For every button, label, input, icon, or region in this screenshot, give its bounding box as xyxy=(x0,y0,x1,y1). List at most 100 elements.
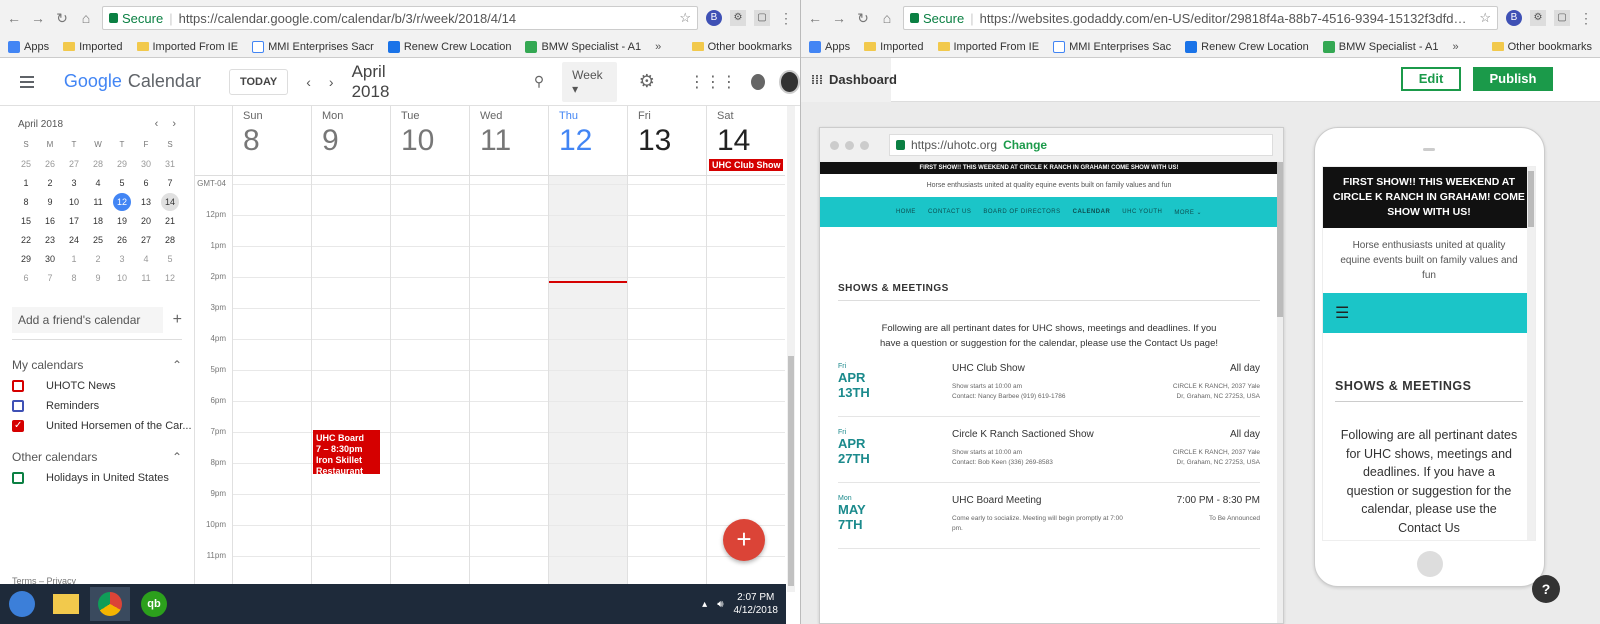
address-bar[interactable]: Secure | https://calendar.google.com/cal… xyxy=(102,6,698,30)
mini-day[interactable]: 22 xyxy=(14,231,38,249)
collapse-chevron-icon[interactable]: ⌃ xyxy=(172,358,182,372)
quickbooks-taskbar-button[interactable]: qb xyxy=(134,587,174,621)
mini-day[interactable]: 6 xyxy=(134,174,158,192)
site-nav-item[interactable]: UHC YOUTH xyxy=(1122,209,1162,215)
mobile-tagline[interactable]: Horse enthusiasts united at quality equi… xyxy=(1323,228,1535,293)
menu-kebab-icon[interactable]: ⋮ xyxy=(778,10,794,27)
secure-indicator[interactable]: Secure xyxy=(910,11,964,26)
calendar-checkbox[interactable]: ✓ xyxy=(12,420,24,432)
add-friend-calendar-input[interactable]: Add a friend's calendar xyxy=(12,307,163,333)
mini-day[interactable]: 29 xyxy=(14,250,38,268)
bookmark-star-icon[interactable]: ☆ xyxy=(679,10,691,26)
calendar-logo[interactable]: Google Calendar xyxy=(64,71,201,92)
mobile-scrollbar[interactable] xyxy=(1527,167,1535,540)
week-scrollbar[interactable] xyxy=(787,106,795,592)
next-week-icon[interactable]: › xyxy=(329,74,334,90)
url-text[interactable]: https://calendar.google.com/calendar/b/3… xyxy=(179,11,517,26)
mini-day[interactable]: 10 xyxy=(62,193,86,211)
bookmark-bmw[interactable]: BMW Specialist - A1 xyxy=(1322,40,1438,53)
mini-day[interactable]: 25 xyxy=(86,231,110,249)
mini-day[interactable]: 19 xyxy=(110,212,134,230)
mobile-announcement-banner[interactable]: FIRST SHOW!! THIS WEEKEND AT CIRCLE K RA… xyxy=(1323,167,1535,228)
mini-day[interactable]: 10 xyxy=(110,269,134,287)
mini-day[interactable]: 11 xyxy=(86,193,110,211)
day-header-sat[interactable]: Sat 14 UHC Club Show xyxy=(706,106,785,175)
forward-icon[interactable]: → xyxy=(30,10,46,26)
mini-day[interactable]: 1 xyxy=(62,250,86,268)
mini-day[interactable]: 3 xyxy=(110,250,134,268)
mini-day[interactable]: 2 xyxy=(38,174,62,192)
calendar-checkbox[interactable] xyxy=(12,380,24,392)
bookmark-imported-from-ie[interactable]: Imported From IE xyxy=(937,41,1039,53)
day-column[interactable] xyxy=(390,176,469,592)
publish-button[interactable]: Publish xyxy=(1473,67,1553,91)
event-row[interactable]: Fri APR 27TH Circle K Ranch Sactioned Show S… xyxy=(838,429,1260,483)
mini-day[interactable]: 26 xyxy=(38,155,62,173)
day-number[interactable]: 9 xyxy=(322,124,390,158)
mini-day[interactable]: 9 xyxy=(38,193,62,211)
event-uhc-board[interactable]: UHC Board 7 – 8:30pm Iron Skillet Restauran… xyxy=(313,430,380,474)
mini-day[interactable]: 8 xyxy=(62,269,86,287)
announcement-banner[interactable]: FIRST SHOW!! THIS WEEKEND AT CIRCLE K RA… xyxy=(820,162,1278,174)
calendar-list-item[interactable]: UHOTC News xyxy=(12,380,192,392)
mobile-menu-icon[interactable]: ☰ xyxy=(1323,293,1535,333)
other-bookmarks[interactable]: Other bookmarks xyxy=(691,41,792,53)
mini-day[interactable]: 4 xyxy=(134,250,158,268)
menu-kebab-icon[interactable]: ⋮ xyxy=(1578,10,1594,27)
mini-day[interactable]: 7 xyxy=(158,174,182,192)
mini-day[interactable]: 18 xyxy=(86,212,110,230)
mini-day[interactable]: 31 xyxy=(158,155,182,173)
mobile-section-intro[interactable]: Following are all pertinant dates for UH… xyxy=(1339,426,1519,537)
bookmark-mmi[interactable]: MMI Enterprises Sac xyxy=(1053,40,1171,53)
my-calendars-header[interactable]: My calendars ⌃ xyxy=(12,358,182,372)
mobile-section-title[interactable]: SHOWS & MEETINGS xyxy=(1335,379,1523,402)
mini-day[interactable]: 7 xyxy=(38,269,62,287)
extension-icon-2[interactable]: ▢ xyxy=(754,10,770,26)
day-header-mon[interactable]: Mon 9 xyxy=(311,106,390,175)
more-bookmarks-chevron[interactable]: » xyxy=(1452,41,1458,53)
today-button[interactable]: TODAY xyxy=(228,68,289,95)
mini-day[interactable]: 5 xyxy=(110,174,134,192)
mini-next-month-icon[interactable]: › xyxy=(172,118,176,130)
mini-day[interactable]: 8 xyxy=(14,193,38,211)
create-event-button[interactable]: + xyxy=(723,519,765,561)
extension-b-icon[interactable]: B xyxy=(1506,10,1522,26)
day-number[interactable]: 10 xyxy=(401,124,469,158)
mini-day[interactable]: 14 xyxy=(161,193,179,211)
mini-day[interactable]: 6 xyxy=(14,269,38,287)
mini-day[interactable]: 25 xyxy=(14,155,38,173)
site-nav-item[interactable]: CALENDAR xyxy=(1073,209,1111,215)
forward-icon[interactable]: → xyxy=(831,10,847,26)
site-nav-item[interactable]: BOARD OF DIRECTORS xyxy=(983,209,1060,215)
bookmark-imported[interactable]: Imported xyxy=(864,41,924,53)
dashboard-button[interactable]: ⁞⁞⁞ Dashboard xyxy=(801,57,897,102)
mini-day[interactable]: 23 xyxy=(38,231,62,249)
event-row[interactable]: Fri APR 13TH UHC Club Show Show starts at 10… xyxy=(838,363,1260,417)
google-apps-grid-icon[interactable]: ⋮⋮⋮ xyxy=(689,72,737,92)
day-column[interactable] xyxy=(232,176,311,592)
mini-day[interactable]: 26 xyxy=(110,231,134,249)
extension-icon[interactable]: ⚙ xyxy=(730,10,746,26)
site-nav-item[interactable]: HOME xyxy=(896,209,916,215)
extension-icon-2[interactable]: ▢ xyxy=(1554,10,1570,26)
collapse-chevron-icon[interactable]: ⌃ xyxy=(172,450,182,464)
mini-day[interactable]: 20 xyxy=(134,212,158,230)
home-icon[interactable]: ⌂ xyxy=(78,10,94,26)
add-calendar-plus-icon[interactable]: + xyxy=(173,311,182,329)
site-nav-item[interactable]: MORE ⌄ xyxy=(1174,209,1202,216)
bookmark-imported[interactable]: Imported xyxy=(63,41,123,53)
calendar-checkbox[interactable] xyxy=(12,472,24,484)
mini-day[interactable]: 13 xyxy=(134,193,158,211)
more-bookmarks-chevron[interactable]: » xyxy=(655,41,661,53)
day-header-sun[interactable]: Sun 8 xyxy=(232,106,311,175)
mini-day[interactable]: 17 xyxy=(62,212,86,230)
chrome-taskbar-button[interactable] xyxy=(90,587,130,621)
bookmark-apps[interactable]: Apps xyxy=(8,40,49,53)
mini-day[interactable]: 27 xyxy=(62,155,86,173)
day-header-fri[interactable]: Fri 13 xyxy=(627,106,706,175)
day-number[interactable]: 11 xyxy=(480,124,548,158)
mini-day[interactable]: 29 xyxy=(110,155,134,173)
day-column[interactable] xyxy=(627,176,706,592)
mini-day[interactable]: 1 xyxy=(14,174,38,192)
change-domain-link[interactable]: Change xyxy=(1003,138,1047,152)
